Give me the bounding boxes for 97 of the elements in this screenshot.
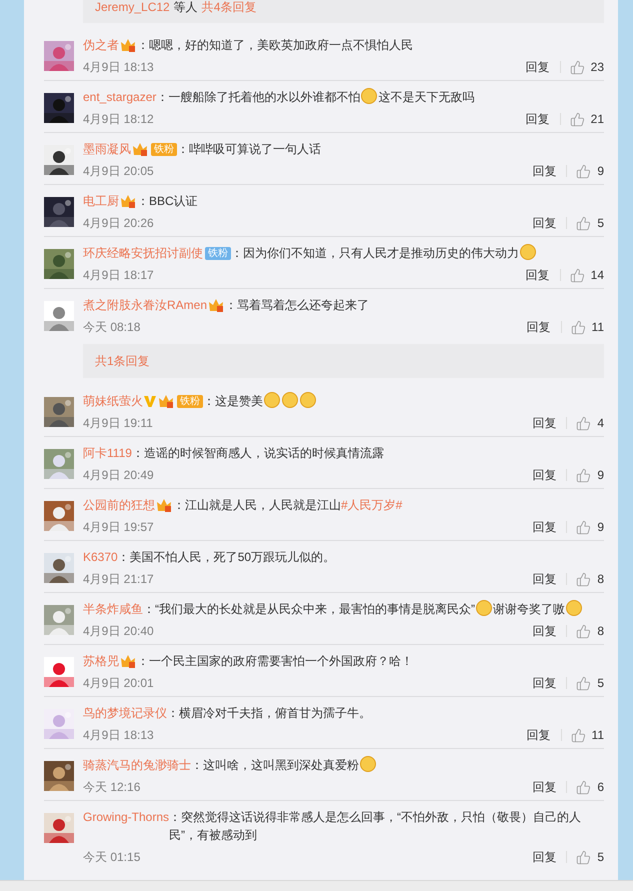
crown-icon: [120, 194, 136, 208]
thumbs-up-icon: [570, 320, 586, 334]
thumbs-up-icon: [576, 624, 592, 638]
emoji-icon: [566, 600, 582, 616]
emoji-icon: [361, 88, 378, 104]
comment-text: ：一艘船除了托着他的水以外谁都不怕: [156, 90, 360, 104]
comment-time: 4月9日 21:17: [83, 571, 155, 588]
reply-link[interactable]: 回复: [526, 729, 562, 741]
comment-text: ：骂着骂着怎么还夸起来了: [225, 298, 370, 312]
comment-time: 4月9日 18:12: [83, 111, 155, 128]
emoji-icon: [360, 756, 376, 772]
like-button[interactable]: 14: [560, 266, 604, 284]
verified-icon: [144, 395, 156, 408]
comment-text: ：江山就是人民，人民就是江山: [173, 498, 341, 512]
comment-time: 4月9日 18:17: [83, 267, 155, 284]
like-button[interactable]: 9: [567, 518, 604, 536]
thumbs-up-icon: [576, 416, 592, 430]
comment-text: ：这是赞美: [203, 394, 263, 408]
thumbs-up-icon: [570, 60, 585, 74]
like-button[interactable]: 11: [562, 726, 604, 744]
like-button[interactable]: 9: [567, 162, 604, 180]
thumbs-up-icon: [576, 520, 592, 534]
reply-link[interactable]: 回复: [532, 217, 568, 229]
like-button[interactable]: 21: [560, 110, 604, 128]
summary-text: 等人: [174, 0, 198, 16]
comment-text: ：突然觉得这话说得非常感人是怎么回事，“不怕外敌，只怕（敬畏）自己的人民”，有被感动到: [169, 810, 582, 842]
emoji-icon: [476, 600, 492, 616]
thumbs-up-icon: [576, 216, 592, 230]
emoji-icon: [282, 392, 298, 408]
reply-link[interactable]: 回复: [532, 625, 568, 637]
reply-link[interactable]: 回复: [526, 61, 561, 73]
fan-badge: 铁粉: [151, 143, 177, 156]
emoji-icon: [264, 392, 280, 408]
comment-text: ：因为你们不知道，只有人民才是推动历史的伟大动力: [231, 246, 519, 260]
comment-text: ：“我们最大的长处就是从民众中来，最害怕的事情是脱离民众”: [143, 602, 475, 616]
like-button[interactable]: 8: [567, 570, 604, 588]
crown-icon: [158, 394, 174, 408]
comment-text: 这不是天下无敌吗: [378, 90, 474, 104]
comment-text: ：这叫啥，这叫黑到深处真爱粉: [191, 758, 359, 772]
comment-time: 4月9日 18:13: [83, 727, 155, 744]
comment-text: ：美国不怕人民，死了50万跟玩儿似的。: [118, 550, 336, 564]
crown-icon: [120, 654, 136, 668]
comment-text: 谢谢夸奖了嗷: [493, 602, 565, 616]
like-button[interactable]: 9: [567, 466, 604, 484]
reply-link[interactable]: 回复: [532, 573, 568, 585]
comment-time: 4月9日 19:57: [83, 519, 155, 536]
fan-badge: 铁粉: [177, 395, 203, 408]
reply-link[interactable]: 回复: [526, 269, 561, 281]
comment-time: 4月9日 20:05: [83, 163, 155, 180]
comment-text: ：BBC认证: [137, 194, 198, 208]
like-button[interactable]: 5: [567, 848, 604, 866]
thumbs-up-icon: [576, 164, 592, 178]
comment-text: ：横眉冷对千夫指，俯首甘为孺子牛。: [167, 706, 371, 720]
comment-time: 4月9日 18:13: [83, 59, 155, 76]
comment-time: 4月9日 19:11: [83, 415, 154, 432]
comment-text: ：造谣的时候智商感人，说实话的时候真情流露: [132, 446, 384, 460]
reply-link[interactable]: 回复: [532, 677, 568, 689]
comment-time: 今天 12:16: [83, 779, 142, 796]
like-button[interactable]: 4: [567, 414, 604, 432]
like-button[interactable]: 6: [567, 778, 604, 796]
thumbs-up-icon: [576, 676, 592, 690]
comment-time: 4月9日 20:01: [83, 675, 155, 692]
comment-time: 今天 08:18: [83, 319, 142, 336]
thumbs-up-icon: [576, 780, 592, 794]
crown-icon: [156, 498, 172, 512]
like-button[interactable]: 8: [567, 622, 604, 640]
crown-icon: [120, 38, 136, 52]
thumbs-up-icon: [570, 728, 586, 742]
reply-link[interactable]: 回复: [532, 781, 568, 793]
comment-time: 今天 01:15: [83, 849, 142, 866]
thumbs-up-icon: [570, 112, 585, 126]
like-button[interactable]: 11: [562, 318, 604, 336]
reply-link[interactable]: 回复: [532, 417, 568, 429]
crown-icon: [208, 298, 224, 312]
thumbs-up-icon: [570, 268, 585, 282]
reply-link[interactable]: 回复: [532, 165, 568, 177]
like-button[interactable]: 23: [560, 58, 604, 76]
crown-icon: [132, 142, 148, 156]
thumbs-up-icon: [576, 468, 592, 482]
fan-badge: 铁粉: [205, 247, 231, 260]
comment-text: ：一个民主国家的政府需要害怕一个外国政府？哈！: [137, 654, 413, 668]
like-button[interactable]: 5: [567, 674, 604, 692]
comment-time: 4月9日 20:40: [83, 623, 155, 640]
emoji-icon: [300, 392, 316, 408]
emoji-icon: [520, 244, 536, 260]
like-button[interactable]: 5: [567, 214, 604, 232]
reply-link[interactable]: 回复: [526, 321, 562, 333]
comment-time: 4月9日 20:26: [83, 215, 155, 232]
reply-link[interactable]: 回复: [532, 469, 568, 481]
comment-time: 4月9日 20:49: [83, 467, 155, 484]
thumbs-up-icon: [576, 572, 592, 586]
reply-link[interactable]: 回复: [532, 521, 568, 533]
comment-text: ：嗯嗯，好的知道了，美欧英加政府一点不惧怕人民: [137, 38, 413, 52]
reply-link[interactable]: 回复: [532, 851, 568, 863]
comment-text: ：哔哔吸可算说了一句人话: [177, 142, 321, 156]
thumbs-up-icon: [576, 850, 592, 864]
reply-link[interactable]: 回复: [526, 113, 561, 125]
